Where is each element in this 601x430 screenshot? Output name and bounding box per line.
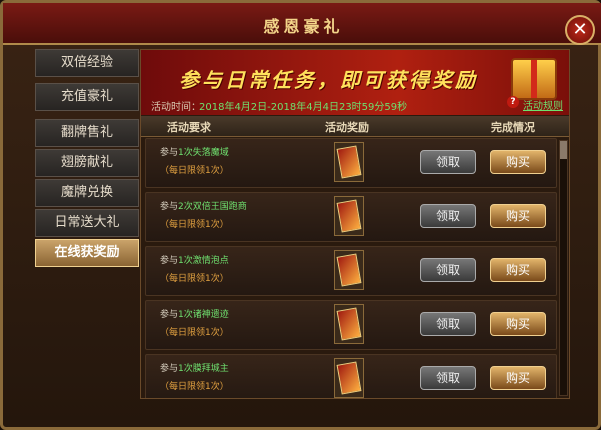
sidebar-item-flip-card-sale[interactable]: 翻牌售礼	[35, 119, 139, 147]
buy-button[interactable]: 购买	[490, 312, 546, 336]
claim-button[interactable]: 领取	[420, 150, 476, 174]
table-row: 参与1次激情泡点 （每日限领1次） 领取 购买	[145, 246, 557, 296]
close-icon[interactable]: ✕	[565, 15, 595, 45]
reward-card-icon[interactable]	[334, 250, 364, 290]
reward-card-icon[interactable]	[334, 304, 364, 344]
sidebar-item-wing-gift[interactable]: 翅膀献礼	[35, 149, 139, 177]
requirement-text: 参与1次诸神遗迹	[160, 310, 229, 320]
claim-button[interactable]: 领取	[420, 312, 476, 336]
requirement-text: 参与1次失落魔域	[160, 148, 229, 158]
scroll-thumb[interactable]	[560, 141, 567, 159]
buy-button[interactable]: 购买	[490, 150, 546, 174]
task-name: 2次双倍王国跑商	[178, 202, 247, 212]
window-title: 感恩豪礼	[263, 17, 344, 36]
event-window: 感恩豪礼 ✕ 双倍经验 充值豪礼 翻牌售礼 翅膀献礼 魔牌兑换 日常送大礼 在线…	[0, 0, 601, 430]
requirement-text: 参与1次激情泡点	[160, 256, 229, 266]
event-banner: 参与日常任务，即可获得奖励 活动时间： 2018年4月2日-2018年4月4日2…	[141, 50, 569, 115]
daily-limit: （每日限领1次）	[160, 166, 229, 176]
table-row: 参与2次双倍王国跑商 （每日限领1次） 领取 购买	[145, 192, 557, 242]
banner-headline: 参与日常任务，即可获得奖励	[179, 68, 478, 92]
header-reward: 活动奖励	[325, 121, 369, 134]
content-panel: 参与日常任务，即可获得奖励 活动时间： 2018年4月2日-2018年4月4日2…	[140, 49, 570, 399]
daily-limit: （每日限领1次）	[160, 382, 229, 392]
daily-limit: （每日限领1次）	[160, 328, 229, 338]
sidebar-item-double-exp[interactable]: 双倍经验	[35, 49, 139, 77]
reward-list: 参与1次失落魔域 （每日限领1次） 领取 购买 参与2次双倍王国跑商 （每日限领…	[141, 138, 557, 398]
sidebar-item-recharge-gift[interactable]: 充值豪礼	[35, 83, 139, 111]
reward-card-icon[interactable]	[334, 142, 364, 182]
event-time-value: 2018年4月2日-2018年4月4日23时59分59秒	[199, 102, 408, 113]
requirement-text: 参与1次膜拜城主	[160, 364, 229, 374]
buy-button[interactable]: 购买	[490, 204, 546, 228]
table-row: 参与1次膜拜城主 （每日限领1次） 领取 购买	[145, 354, 557, 398]
header-requirement: 活动要求	[167, 121, 211, 134]
title-bar: 感恩豪礼	[3, 3, 601, 45]
buy-button[interactable]: 购买	[490, 366, 546, 390]
task-name: 1次激情泡点	[178, 256, 229, 266]
claim-button[interactable]: 领取	[420, 258, 476, 282]
rules-link[interactable]: 活动规则	[523, 97, 563, 112]
task-name: 1次诸神遗迹	[178, 310, 229, 320]
daily-limit: （每日限领1次）	[160, 274, 229, 284]
sidebar: 双倍经验 充值豪礼 翻牌售礼 翅膀献礼 魔牌兑换 日常送大礼 在线获奖励	[35, 49, 139, 389]
sidebar-item-magic-card-exchange[interactable]: 魔牌兑换	[35, 179, 139, 207]
claim-button[interactable]: 领取	[420, 204, 476, 228]
task-name: 1次失落魔域	[178, 148, 229, 158]
table-header: 活动要求 活动奖励 完成情况	[141, 116, 569, 137]
sidebar-item-daily-gift[interactable]: 日常送大礼	[35, 209, 139, 237]
task-name: 1次膜拜城主	[178, 364, 229, 374]
table-row: 参与1次诸神遗迹 （每日限领1次） 领取 购买	[145, 300, 557, 350]
sidebar-item-online-reward[interactable]: 在线获奖励	[35, 239, 139, 267]
event-time-label: 活动时间：	[151, 102, 201, 113]
scrollbar[interactable]	[559, 140, 568, 396]
daily-limit: （每日限领1次）	[160, 220, 229, 230]
reward-card-icon[interactable]	[334, 358, 364, 398]
buy-button[interactable]: 购买	[490, 258, 546, 282]
gift-box-icon	[511, 58, 557, 100]
reward-card-icon[interactable]	[334, 196, 364, 236]
help-icon[interactable]: ?	[507, 96, 519, 108]
claim-button[interactable]: 领取	[420, 366, 476, 390]
header-status: 完成情况	[491, 121, 535, 134]
requirement-text: 参与2次双倍王国跑商	[160, 202, 247, 212]
table-row: 参与1次失落魔域 （每日限领1次） 领取 购买	[145, 138, 557, 188]
